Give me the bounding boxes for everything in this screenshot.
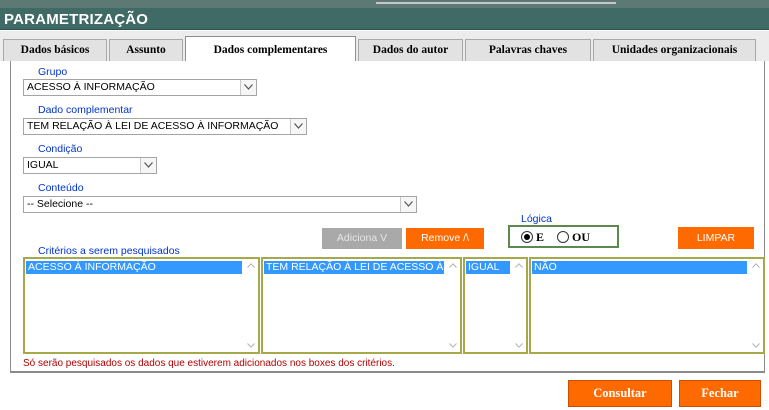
scrollbar[interactable] [244, 259, 258, 352]
conteudo-select[interactable]: -- Selecione -- [23, 196, 417, 213]
criterios-conteudo-list[interactable]: NÃO [529, 257, 765, 354]
list-item[interactable]: TEM RELAÇÃO À LEI DE ACESSO À INFORMAÇÃO [264, 261, 444, 274]
list-item[interactable]: NÃO [532, 261, 747, 274]
scrollbar[interactable] [512, 259, 526, 352]
condicao-select-value: IGUAL [27, 159, 59, 171]
condicao-select[interactable]: IGUAL [23, 157, 157, 174]
top-strip-line [376, 2, 616, 4]
chevron-down-icon[interactable] [400, 197, 416, 212]
chevron-up-icon [449, 263, 457, 268]
dado-complementar-select-value: TEM RELAÇÃO À LEI DE ACESSO À INFORMAÇÃO [27, 120, 279, 132]
chevron-down-icon[interactable] [240, 80, 256, 95]
radio-e-label: E [536, 230, 545, 244]
dado-complementar-select[interactable]: TEM RELAÇÃO À LEI DE ACESSO À INFORMAÇÃO [23, 118, 307, 135]
list-item[interactable]: IGUAL [466, 261, 510, 274]
chevron-down-icon [247, 343, 255, 348]
grupo-label: Grupo [38, 66, 68, 78]
criterios-label: Critérios a serem pesquisados [38, 245, 180, 257]
tab-unidades-organizacionais[interactable]: Unidades organizacionais [593, 39, 756, 61]
criterios-dado-list[interactable]: TEM RELAÇÃO À LEI DE ACESSO À INFORMAÇÃO [261, 257, 462, 354]
radio-e[interactable] [521, 231, 533, 243]
scrollbar[interactable] [446, 259, 460, 352]
tab-dados-basicos[interactable]: Dados básicos [3, 39, 107, 61]
grupo-select-value: ACESSO À INFORMAÇÃO [27, 81, 155, 93]
chevron-down-icon[interactable] [140, 158, 156, 173]
limpar-button[interactable]: LIMPAR [678, 227, 754, 249]
tab-dados-complementares[interactable]: Dados complementares [185, 36, 356, 62]
criterios-note: Só serão pesquisados os dados que estive… [23, 358, 395, 369]
grupo-select[interactable]: ACESSO À INFORMAÇÃO [23, 79, 257, 96]
logica-label: Lógica [521, 213, 552, 225]
criterios-grupo-list[interactable]: ACESSO À INFORMAÇÃO [23, 257, 260, 354]
chevron-up-icon [247, 263, 255, 268]
tab-dados-do-autor[interactable]: Dados do autor [358, 39, 463, 61]
radio-ou-label: OU [572, 230, 590, 244]
scrollbar[interactable] [749, 259, 763, 352]
tab-bar: Dados básicos Assunto Dados complementar… [0, 31, 769, 62]
chevron-up-icon [515, 263, 523, 268]
top-strip [0, 0, 769, 8]
tab-assunto[interactable]: Assunto [109, 39, 183, 61]
radio-ou[interactable] [557, 231, 569, 243]
chevron-down-icon [515, 343, 523, 348]
tab-palavras-chaves[interactable]: Palavras chaves [465, 39, 591, 61]
panel-divider [10, 372, 765, 373]
chevron-down-icon [752, 343, 760, 348]
logica-radio-group: E OU [508, 225, 619, 248]
chevron-down-icon[interactable] [290, 119, 306, 134]
criterios-condicao-list[interactable]: IGUAL [463, 257, 528, 354]
conteudo-label: Conteúdo [38, 182, 84, 194]
list-item[interactable]: ACESSO À INFORMAÇÃO [26, 261, 242, 274]
chevron-up-icon [752, 263, 760, 268]
fechar-button[interactable]: Fechar [679, 380, 761, 407]
consultar-button[interactable]: Consultar [568, 380, 672, 407]
adiciona-button[interactable]: Adiciona V [322, 228, 402, 249]
dado-complementar-label: Dado complementar [38, 104, 133, 116]
chevron-down-icon [449, 343, 457, 348]
remove-button[interactable]: Remove /\ [406, 228, 484, 249]
page-header: PARAMETRIZAÇÃO [0, 8, 769, 30]
conteudo-select-value: -- Selecione -- [27, 198, 93, 210]
condicao-label: Condição [38, 143, 83, 155]
page-title: PARAMETRIZAÇÃO [4, 11, 149, 28]
